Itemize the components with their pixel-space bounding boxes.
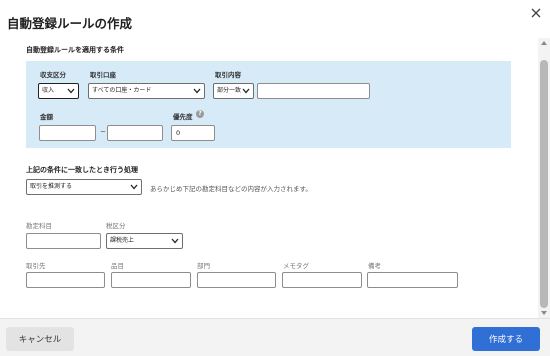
content-match-select[interactable]: 部分一致 [213, 83, 254, 99]
chevron-down-icon [193, 88, 201, 94]
item-input[interactable] [111, 272, 191, 288]
chevron-down-icon [242, 88, 250, 94]
scroll-down-arrow-icon[interactable] [541, 311, 547, 315]
content-label: 取引内容 [215, 71, 241, 79]
partner-label: 取引先 [26, 262, 46, 270]
chevron-down-icon [171, 238, 179, 244]
priority-label: 優先度 [173, 113, 193, 121]
processing-heading: 上記の条件に一致したとき行う処理 [26, 166, 138, 174]
conditions-heading: 自動登録ルールを適用する条件 [26, 46, 124, 54]
amount-min-input[interactable] [39, 125, 96, 141]
priority-input[interactable]: 0 [171, 125, 215, 141]
department-label: 部門 [197, 262, 210, 270]
dialog-body: 自動登録ルールを適用する条件 収支区分 収入 取引口座 すべての口座・カード 取… [0, 38, 538, 318]
account-value: すべての口座・カード [92, 87, 152, 94]
tax-category-value: 課税売上 [110, 237, 135, 244]
amount-label: 金額 [40, 113, 53, 121]
action-select[interactable]: 取引を推測する [26, 179, 142, 195]
income-expense-select[interactable]: 収入 [38, 83, 79, 99]
account-select[interactable]: すべての口座・カード [88, 83, 205, 99]
content-match-value: 部分一致 [217, 87, 242, 94]
content-input[interactable] [257, 83, 370, 99]
chevron-down-icon [67, 88, 75, 94]
amount-max-input[interactable] [107, 125, 163, 141]
rule-create-dialog: 自動登録ルールの作成 自動登録ルールを適用する条件 収支区分 収入 取引口座 す… [0, 0, 550, 356]
account-item-label: 勘定科目 [26, 222, 52, 230]
dialog-title: 自動登録ルールの作成 [7, 16, 133, 31]
account-item-input[interactable] [26, 233, 101, 249]
conditions-panel: 収支区分 収入 取引口座 すべての口座・カード 取引内容 部分一致 金額 ~ 優… [26, 61, 511, 148]
action-value: 取引を推測する [30, 183, 73, 190]
amount-separator: ~ [100, 128, 106, 136]
department-input[interactable] [197, 272, 276, 288]
account-label: 取引口座 [90, 71, 116, 79]
vertical-scrollbar[interactable] [538, 38, 550, 318]
remarks-input[interactable] [367, 272, 458, 288]
dialog-footer: キャンセル 作成する [0, 318, 550, 356]
cancel-button[interactable]: キャンセル [6, 327, 74, 351]
item-label: 品目 [111, 262, 124, 270]
memo-tag-input[interactable] [282, 272, 362, 288]
close-button[interactable] [527, 4, 545, 22]
scrollbar-thumb[interactable] [540, 60, 548, 308]
partner-input[interactable] [26, 272, 105, 288]
help-icon[interactable]: ? [196, 110, 204, 118]
tax-category-select[interactable]: 課税売上 [106, 233, 183, 249]
tax-category-label: 税区分 [106, 222, 126, 230]
income-expense-value: 収入 [42, 87, 55, 94]
memo-tag-label: メモタグ [283, 262, 309, 270]
action-note: あらかじめ下記の勘定科目などの内容が入力されます。 [150, 185, 312, 193]
create-button[interactable]: 作成する [472, 327, 540, 351]
chevron-down-icon [130, 184, 138, 190]
close-icon [531, 8, 541, 18]
scroll-up-arrow-icon[interactable] [541, 41, 547, 45]
income-expense-label: 収支区分 [40, 71, 66, 79]
remarks-label: 備考 [368, 262, 381, 270]
